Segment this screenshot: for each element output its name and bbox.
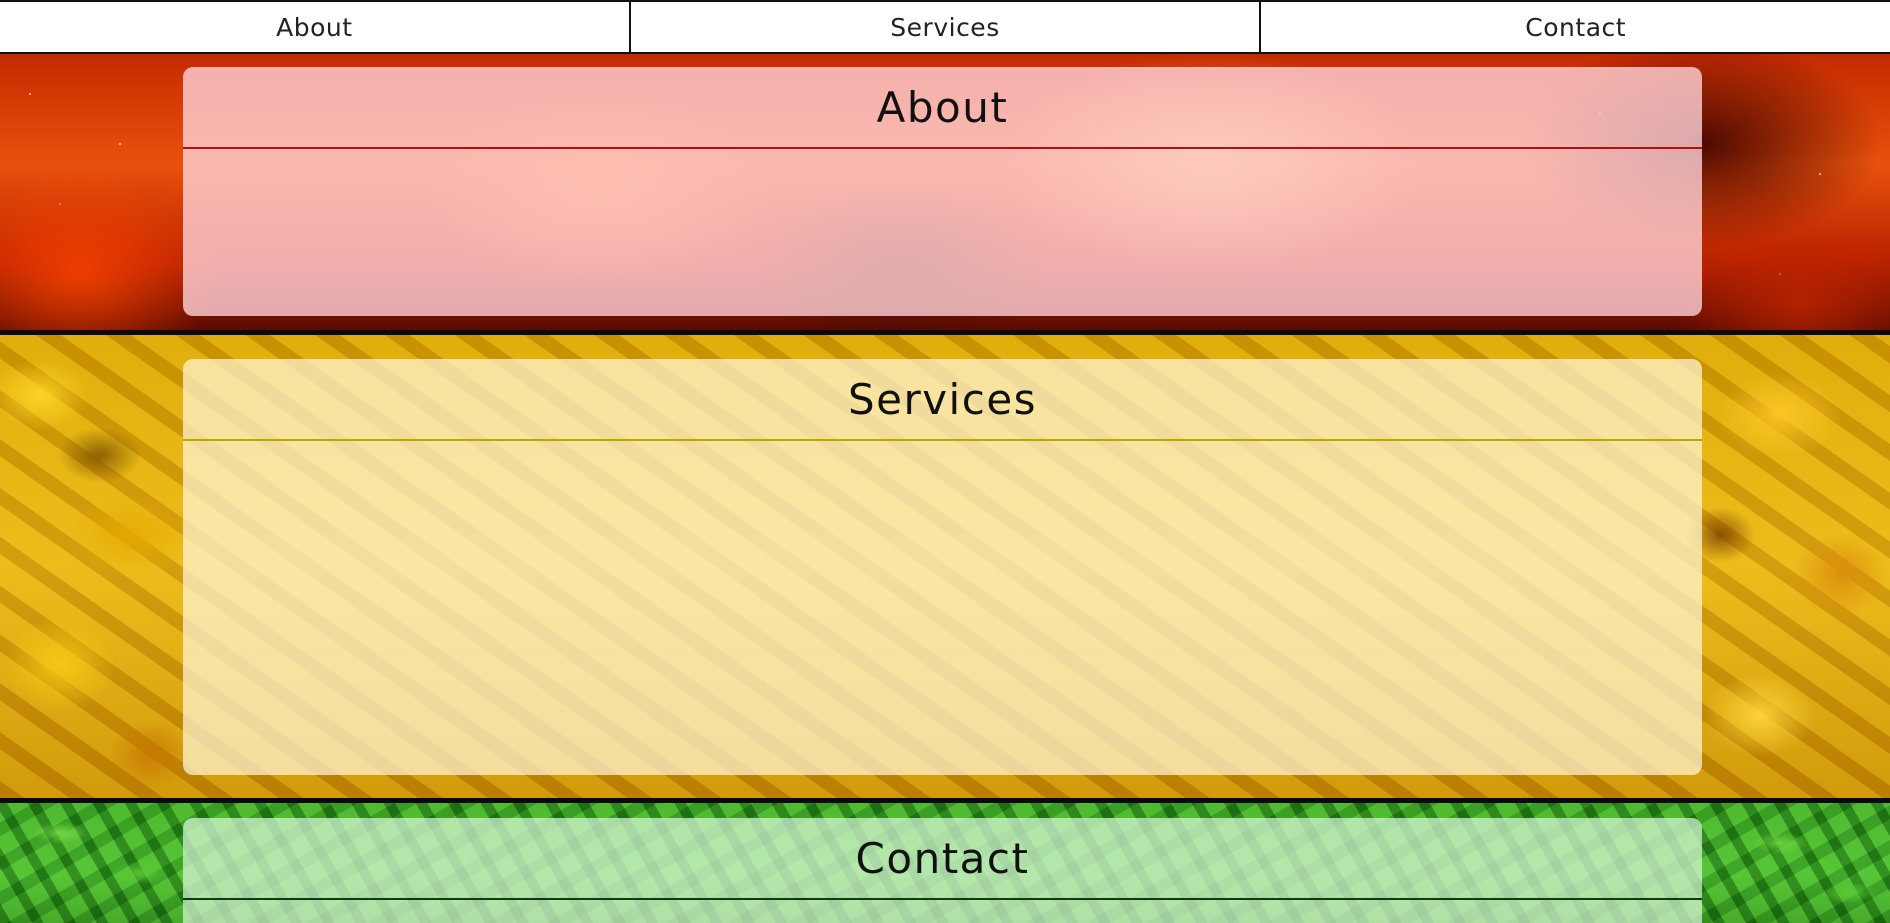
contact-divider — [183, 898, 1702, 900]
nav-item-contact[interactable]: Contact — [1261, 2, 1890, 52]
services-card: Services — [183, 359, 1702, 775]
about-card: About — [183, 67, 1702, 316]
nav-item-about[interactable]: About — [0, 2, 631, 52]
nav-item-services[interactable]: Services — [631, 2, 1262, 52]
services-divider — [183, 439, 1702, 441]
contact-section: Contact — [0, 803, 1890, 923]
about-divider — [183, 147, 1702, 149]
top-nav: About Services Contact — [0, 0, 1890, 54]
about-section: About — [0, 54, 1890, 330]
contact-card: Contact — [183, 818, 1702, 923]
services-heading: Services — [847, 374, 1038, 424]
contact-heading: Contact — [855, 833, 1030, 883]
services-section: Services — [0, 335, 1890, 798]
about-heading: About — [876, 82, 1009, 132]
